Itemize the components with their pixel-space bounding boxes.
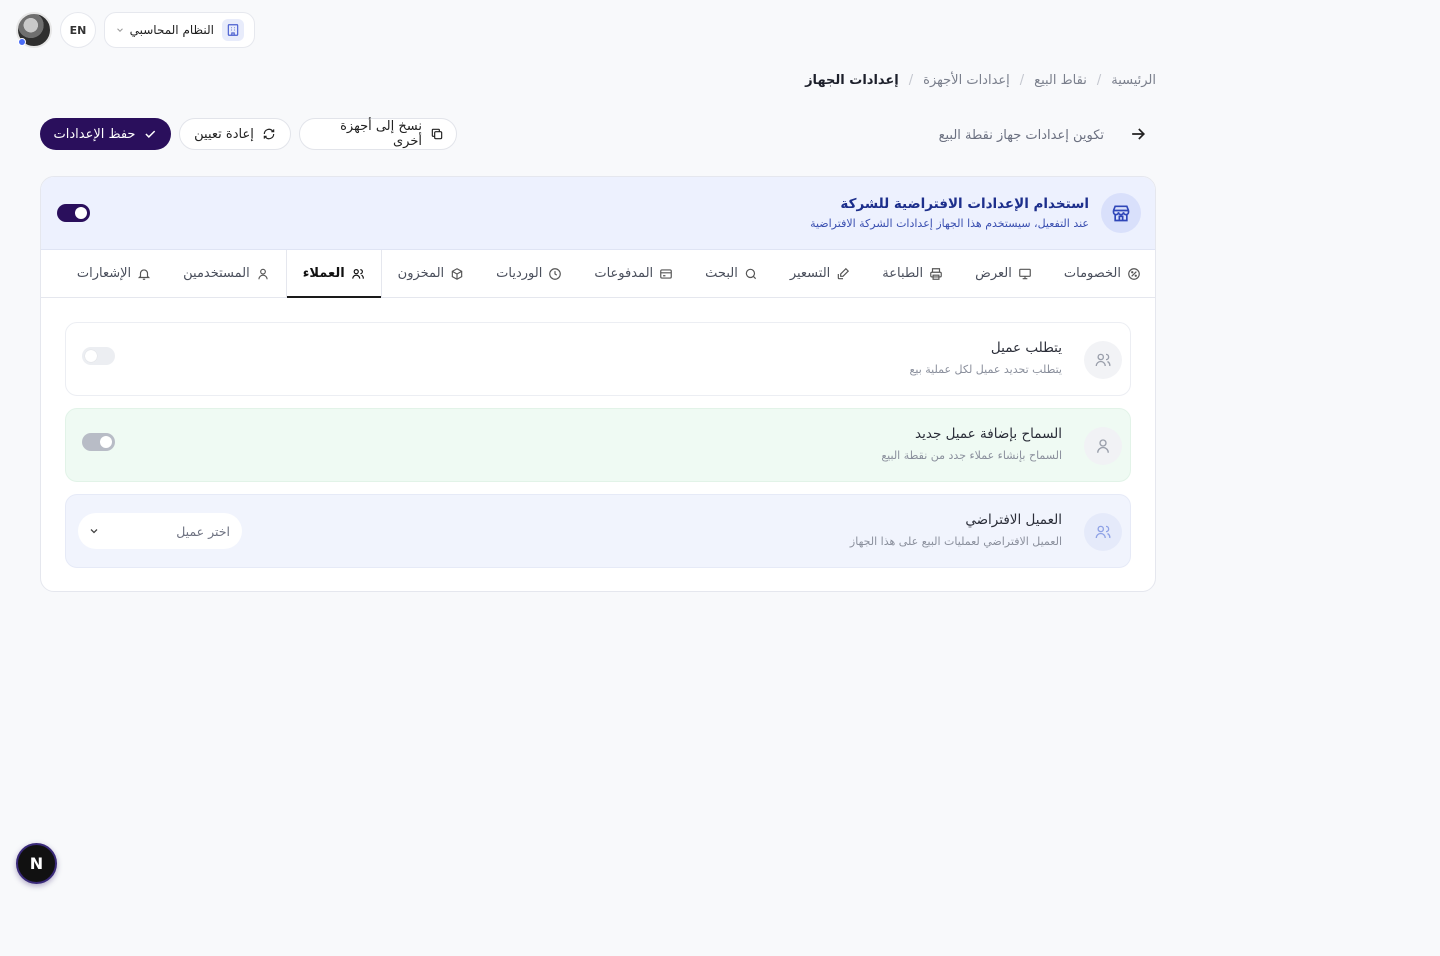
setting-title: السماح بإضافة عميل جديد xyxy=(915,426,1062,442)
save-label: حفظ الإعدادات xyxy=(53,126,136,142)
tab-label: البحث xyxy=(705,266,738,281)
banner-title: استخدام الإعدادات الافتراضية للشركة xyxy=(840,196,1089,212)
users-icon xyxy=(1084,513,1122,551)
tab-label: الإشعارات xyxy=(76,266,132,281)
tab-shifts[interactable]: الورديات xyxy=(480,250,578,297)
reset-button[interactable]: إعادة تعيين xyxy=(179,118,291,150)
tab-label: الطباعة xyxy=(882,266,924,281)
tab-label: العرض xyxy=(975,266,1012,281)
require-customer-row: يتطلب عميل يتطلب تحديد عميل لكل عملية بي… xyxy=(65,322,1131,396)
tab-pricing[interactable]: التسعير xyxy=(774,250,866,297)
nextjs-devtools-button[interactable]: N xyxy=(16,843,57,884)
save-settings-button[interactable]: حفظ الإعدادات xyxy=(40,118,171,150)
setting-description: يتطلب تحديد عميل لكل عملية بيع xyxy=(909,363,1062,376)
breadcrumb-separator: / xyxy=(1096,73,1102,88)
reset-label: إعادة تعيين xyxy=(194,126,254,142)
breadcrumb-current: إعدادات الجهاز xyxy=(805,73,899,88)
tab-discounts[interactable]: الخصومات xyxy=(1048,250,1155,297)
tab-users[interactable]: المستخدمين xyxy=(167,250,286,297)
default-customer-row: العميل الافتراضي العميل الافتراضي لعمليا… xyxy=(65,494,1131,568)
page-subtitle: تكوين إعدادات جهاز نقطة البيع xyxy=(938,128,1104,143)
breadcrumb-pos[interactable]: نقاط البيع xyxy=(1034,73,1087,88)
settings-card: استخدام الإعدادات الافتراضية للشركة عند … xyxy=(40,176,1156,592)
system-selector[interactable]: النظام المحاسبي xyxy=(104,12,255,48)
tab-customers[interactable]: العملاء xyxy=(285,250,382,298)
setting-description: العميل الافتراضي لعمليات البيع على هذا ا… xyxy=(849,535,1062,548)
setting-title: يتطلب عميل xyxy=(990,340,1062,356)
users-icon xyxy=(351,267,365,281)
tab-label: الورديات xyxy=(496,266,543,281)
tab-printing[interactable]: الطباعة xyxy=(866,250,959,297)
refresh-icon xyxy=(262,127,276,141)
breadcrumb-separator: / xyxy=(1019,73,1025,88)
search-icon xyxy=(744,267,758,281)
clock-icon xyxy=(548,267,562,281)
language-button[interactable]: EN xyxy=(60,12,96,48)
user-icon xyxy=(256,267,270,281)
copy-to-devices-button[interactable]: نسخ إلى أجهزة أخرى xyxy=(299,118,457,150)
back-arrow-icon[interactable] xyxy=(1128,124,1148,144)
breadcrumb-devices[interactable]: إعدادات الأجهزة xyxy=(923,73,1010,88)
user-icon xyxy=(1084,427,1122,465)
store-icon xyxy=(1101,193,1141,233)
card-icon xyxy=(659,267,673,281)
tab-label: المدفوعات xyxy=(594,266,654,281)
tab-label: التسعير xyxy=(789,266,831,281)
require-customer-toggle[interactable] xyxy=(82,347,115,365)
settings-tabs: الخصومات العرض الطباعة التسعير البحث الم… xyxy=(41,250,1155,298)
tab-label: العملاء xyxy=(302,266,345,281)
tab-label: المخزون xyxy=(397,266,445,281)
building-icon xyxy=(222,19,244,41)
monitor-icon xyxy=(1018,267,1032,281)
check-icon xyxy=(143,127,157,141)
banner-description: عند التفعيل، سيستخدم هذا الجهاز إعدادات … xyxy=(810,217,1089,230)
tab-notifications[interactable]: الإشعارات xyxy=(61,250,167,297)
tab-inventory[interactable]: المخزون xyxy=(382,250,480,297)
printer-icon xyxy=(929,267,943,281)
default-customer-select[interactable]: اختر عميل xyxy=(78,513,242,549)
chevron-down-icon xyxy=(115,25,125,35)
allow-new-customer-row: السماح بإضافة عميل جديد السماح بإنشاء عم… xyxy=(65,408,1131,482)
tab-display[interactable]: العرض xyxy=(959,250,1048,297)
system-label: النظام المحاسبي xyxy=(129,23,214,37)
tab-search[interactable]: البحث xyxy=(689,250,774,297)
users-icon xyxy=(1084,341,1122,379)
breadcrumb: الرئيسية / نقاط البيع / إعدادات الأجهزة … xyxy=(805,73,1156,88)
breadcrumb-home[interactable]: الرئيسية xyxy=(1111,73,1156,88)
tab-label: المستخدمين xyxy=(183,266,250,281)
select-placeholder: اختر عميل xyxy=(176,523,230,539)
status-dot xyxy=(18,38,26,46)
setting-title: العميل الافتراضي xyxy=(965,512,1062,528)
toggle-knob xyxy=(75,207,87,219)
tab-payments[interactable]: المدفوعات xyxy=(578,250,689,297)
copy-icon xyxy=(430,127,444,141)
tab-label: الخصومات xyxy=(1063,266,1121,281)
default-settings-banner: استخدام الإعدادات الافتراضية للشركة عند … xyxy=(41,177,1155,250)
setting-description: السماح بإنشاء عملاء جدد من نقطة البيع xyxy=(881,449,1062,462)
chevron-down-icon xyxy=(88,525,100,537)
percent-icon xyxy=(1127,267,1141,281)
copy-label: نسخ إلى أجهزة أخرى xyxy=(340,119,422,149)
edit-icon xyxy=(836,267,850,281)
box-icon xyxy=(450,267,464,281)
allow-new-customer-toggle[interactable] xyxy=(82,433,115,451)
toggle-knob xyxy=(85,350,97,362)
use-default-toggle[interactable] xyxy=(57,204,90,222)
bell-icon xyxy=(137,267,151,281)
toggle-knob xyxy=(100,436,112,448)
breadcrumb-separator: / xyxy=(908,73,914,88)
